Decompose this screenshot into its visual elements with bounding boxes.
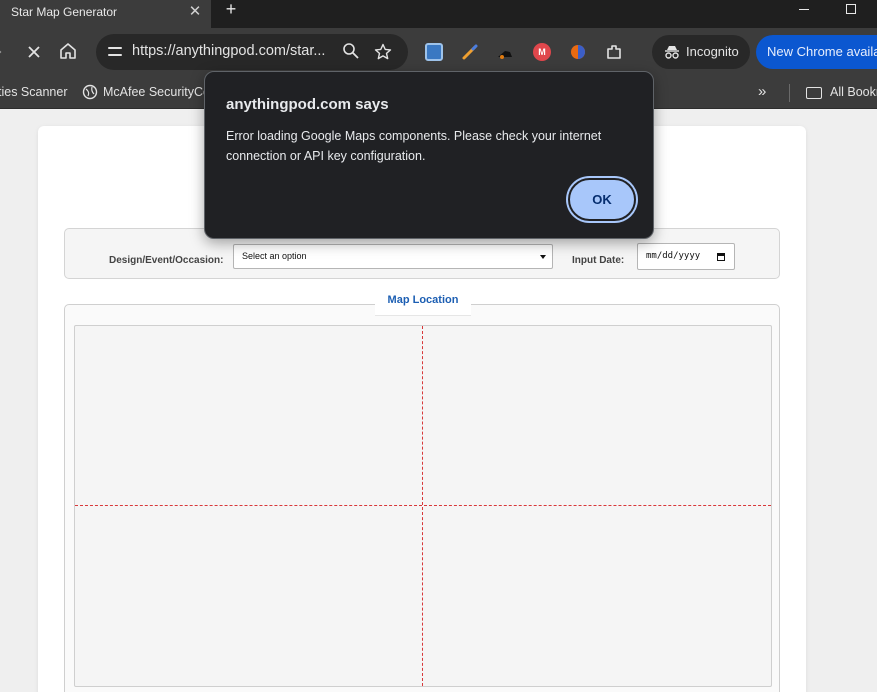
date-input-value: mm/dd/yyyy [646,251,701,261]
dialog-title: anythingpod.com says [226,96,389,113]
extension-circle-icon[interactable] [569,43,587,61]
date-label: Input Date: [572,255,625,266]
address-bar[interactable]: https://anythingpod.com/star... [96,34,408,70]
dialog-message: Error loading Google Maps components. Pl… [226,129,602,163]
chevron-down-icon [540,255,546,259]
crosshair-horizontal [75,505,771,506]
map-location-section [64,304,780,692]
bookmark-item-scanner[interactable]: ties Scanner [0,82,67,102]
extension-mcafee-icon[interactable]: M [533,43,551,61]
calendar-icon[interactable] [717,253,725,261]
new-tab-button[interactable]: + [222,0,240,20]
incognito-label: Incognito [686,44,739,59]
extension-dark-icon[interactable] [496,43,514,61]
all-bookmarks-link[interactable]: All Bookm [830,82,877,102]
date-input[interactable]: mm/dd/yyyy [637,243,735,270]
forward-arrow-icon[interactable] [0,42,14,64]
incognito-icon [665,46,679,59]
map-canvas[interactable] [74,325,772,687]
map-location-heading: Map Location [375,288,471,316]
tab-star-map-generator[interactable]: Star Map Generator ✕ [0,0,211,28]
tab-title: Star Map Generator [11,5,118,19]
design-select-value: Select an option [242,251,307,261]
incognito-indicator[interactable]: Incognito [652,35,750,69]
update-chrome-button[interactable]: New Chrome available [756,35,877,69]
home-icon[interactable] [58,41,80,63]
design-label: Design/Event/Occasion: [109,255,224,266]
more-bookmarks-chevron-icon[interactable]: » [758,82,766,102]
extension-pen-icon[interactable] [461,43,479,61]
maximize-window-icon[interactable] [846,4,856,14]
globe-icon [82,84,98,100]
stop-loading-icon[interactable] [24,42,46,64]
alert-dialog: anythingpod.com says Error loading Googl… [204,71,654,239]
site-settings-icon[interactable] [106,43,124,61]
bookmarks-divider [789,84,790,102]
tab-close-icon[interactable]: ✕ [187,2,203,22]
zoom-icon[interactable] [342,42,360,60]
minimize-window-icon[interactable] [796,2,812,18]
bookmark-item-mcafee[interactable]: McAfee SecurityCen [103,82,217,102]
extensions-puzzle-icon[interactable] [605,43,623,61]
ok-button[interactable]: OK [568,178,636,221]
bookmark-star-icon[interactable] [374,43,392,61]
extension-image-icon[interactable] [425,43,443,61]
design-select[interactable]: Select an option [233,244,553,269]
folder-icon [806,87,822,99]
browser-tab-strip: Star Map Generator ✕ + [0,0,877,28]
browser-toolbar: https://anythingpod.com/star... M Incogn… [0,28,877,76]
crosshair-vertical [422,326,423,686]
url-text[interactable]: https://anythingpod.com/star... [132,43,325,59]
